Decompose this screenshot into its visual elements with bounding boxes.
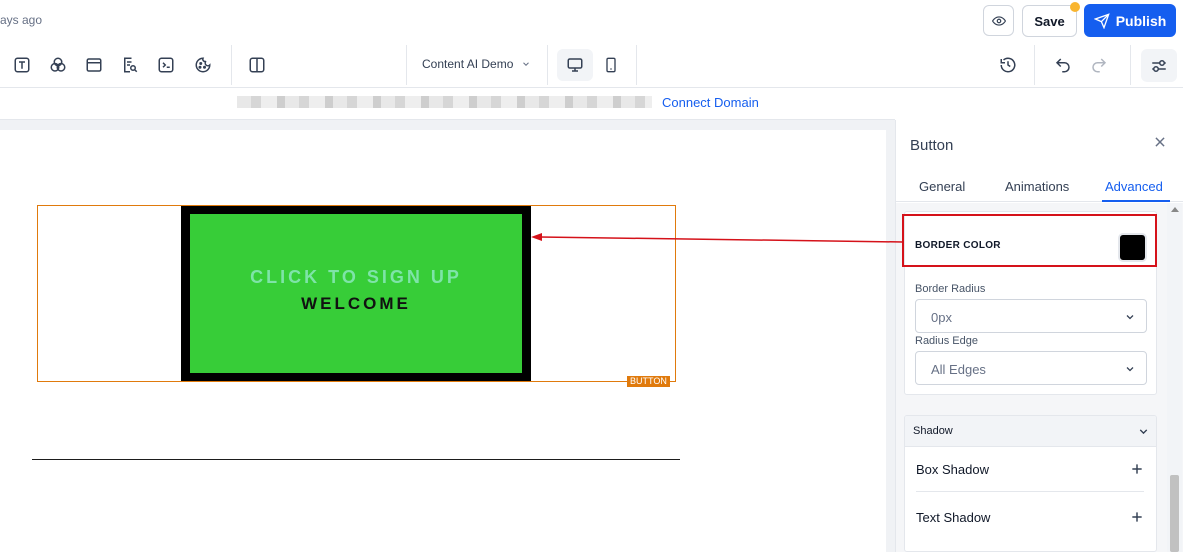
panel-title: Button bbox=[910, 137, 954, 154]
tab-general[interactable]: General bbox=[919, 179, 965, 194]
properties-panel: Button General Animations Advanced BORDE… bbox=[895, 120, 1183, 552]
undo-icon bbox=[1055, 58, 1070, 73]
redo-icon bbox=[1092, 58, 1107, 73]
text-shadow-label: Text Shadow bbox=[916, 510, 991, 525]
desktop-view-button[interactable] bbox=[557, 49, 593, 81]
chevron-down-icon bbox=[1126, 315, 1134, 320]
desktop-icon bbox=[567, 58, 583, 72]
preview-button[interactable] bbox=[983, 5, 1014, 36]
publish-button[interactable]: Publish bbox=[1084, 4, 1176, 37]
chevron-down-icon bbox=[1139, 429, 1148, 435]
border-radius-label: Border Radius bbox=[915, 283, 986, 295]
search-page-icon bbox=[124, 57, 138, 73]
undo-button[interactable] bbox=[1051, 53, 1075, 77]
history-icon bbox=[1000, 57, 1016, 73]
canvas-button-fill[interactable]: CLICK TO SIGN UP WELCOME bbox=[190, 214, 522, 373]
section-tool[interactable] bbox=[82, 53, 106, 77]
text-element-tool[interactable] bbox=[10, 53, 34, 77]
toolbar-divider bbox=[636, 45, 637, 85]
unsaved-indicator-dot bbox=[1070, 2, 1080, 12]
columns-icon bbox=[249, 57, 265, 73]
cookie-icon bbox=[195, 57, 211, 73]
redo-button[interactable] bbox=[1087, 53, 1111, 77]
canvas-button-element[interactable]: CLICK TO SIGN UP WELCOME bbox=[181, 206, 531, 381]
plus-icon[interactable] bbox=[1130, 462, 1144, 476]
box-shadow-row[interactable]: Box Shadow bbox=[916, 450, 1144, 490]
page-selector[interactable]: Content AI Demo bbox=[422, 57, 531, 71]
canvas-divider-line[interactable] bbox=[32, 459, 680, 460]
save-button[interactable]: Save bbox=[1022, 5, 1077, 37]
button-main-text: CLICK TO SIGN UP bbox=[250, 267, 462, 287]
scroll-up-arrow[interactable] bbox=[1171, 207, 1179, 212]
section-icon bbox=[86, 58, 102, 72]
preview-icon bbox=[991, 15, 1006, 26]
mobile-view-button[interactable] bbox=[599, 53, 623, 77]
publish-label: Publish bbox=[1115, 12, 1167, 29]
page-selector-label: Content AI Demo bbox=[422, 57, 514, 71]
history-button[interactable] bbox=[996, 53, 1020, 77]
border-color-highlight bbox=[902, 214, 1157, 267]
element-type-tag: BUTTON bbox=[627, 376, 670, 387]
button-sub-text: WELCOME bbox=[301, 294, 411, 313]
toolbar-divider bbox=[1034, 45, 1035, 85]
settings-button[interactable] bbox=[1141, 49, 1177, 82]
scroll-thumb[interactable] bbox=[1170, 475, 1179, 552]
panel-scrollbar[interactable] bbox=[1167, 203, 1182, 552]
shadow-section-header[interactable]: Shadow bbox=[905, 416, 1156, 447]
search-page-tool[interactable] bbox=[118, 53, 142, 77]
border-radius-value: 0px bbox=[931, 310, 952, 325]
radius-edge-label: Radius Edge bbox=[915, 335, 978, 347]
settings-sliders-icon bbox=[1152, 59, 1166, 72]
connect-domain-link[interactable]: Connect Domain bbox=[662, 95, 759, 110]
text-element-icon bbox=[14, 57, 30, 73]
box-shadow-label: Box Shadow bbox=[916, 462, 989, 477]
row-divider bbox=[916, 491, 1144, 492]
chevron-down-icon bbox=[523, 62, 530, 66]
saved-status: ays ago bbox=[0, 13, 43, 27]
close-panel-button[interactable] bbox=[1152, 134, 1168, 150]
close-icon bbox=[1155, 137, 1165, 147]
shapes-tool[interactable] bbox=[46, 53, 70, 77]
toolbar-divider bbox=[231, 45, 232, 85]
tab-advanced[interactable]: Advanced bbox=[1105, 179, 1163, 194]
toolbar-divider bbox=[547, 45, 548, 85]
editor-toolbar: Content AI Demo bbox=[0, 43, 1183, 88]
publish-send-icon bbox=[1093, 12, 1110, 29]
mobile-icon bbox=[606, 57, 616, 73]
top-bar: ays ago Save Publish bbox=[0, 0, 1183, 42]
border-radius-select[interactable]: 0px bbox=[915, 299, 1147, 333]
shadow-section: Shadow Box Shadow Text Shadow bbox=[904, 415, 1157, 552]
shapes-icon bbox=[50, 57, 66, 72]
text-shadow-row[interactable]: Text Shadow bbox=[916, 498, 1144, 538]
radius-edge-value: All Edges bbox=[931, 362, 986, 377]
domain-bar: Connect Domain bbox=[0, 88, 895, 120]
tab-animations[interactable]: Animations bbox=[1005, 179, 1069, 194]
plus-icon[interactable] bbox=[1130, 510, 1144, 524]
toolbar-divider bbox=[406, 45, 407, 85]
code-icon bbox=[158, 57, 174, 73]
chevron-down-icon bbox=[1126, 367, 1134, 372]
blurred-url bbox=[237, 96, 652, 108]
shadow-section-title: Shadow bbox=[913, 425, 953, 437]
panel-tabs: General Animations Advanced bbox=[896, 168, 1183, 202]
columns-tool[interactable] bbox=[245, 53, 269, 77]
radius-edge-select[interactable]: All Edges bbox=[915, 351, 1147, 385]
active-tab-indicator bbox=[1102, 200, 1170, 202]
toolbar-divider bbox=[1130, 45, 1131, 85]
code-tool[interactable] bbox=[154, 53, 178, 77]
cookie-tool[interactable] bbox=[191, 53, 215, 77]
